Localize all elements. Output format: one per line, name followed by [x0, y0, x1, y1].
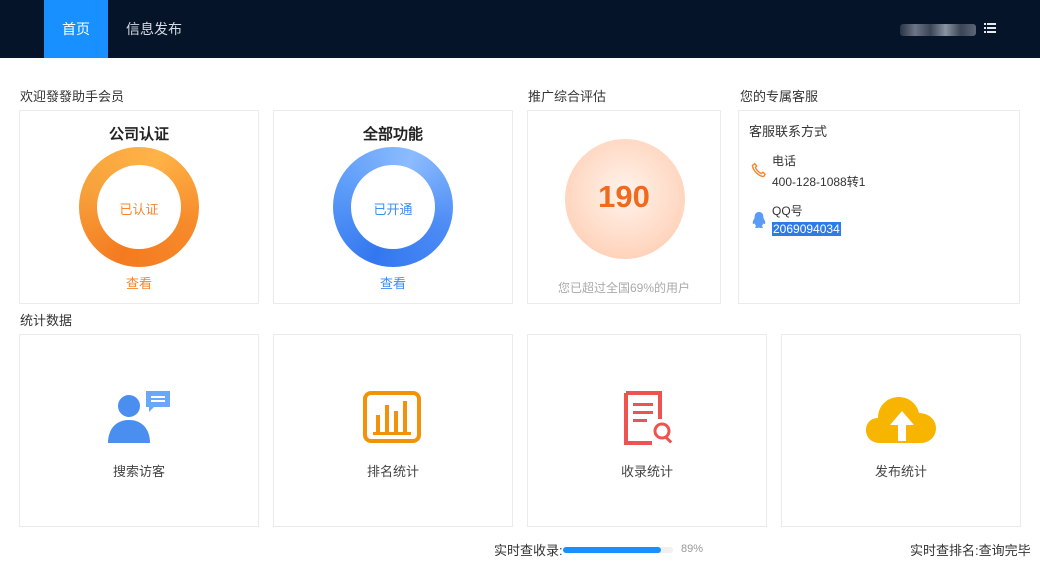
visitor-chat-icon	[108, 391, 170, 443]
functions-view-link[interactable]: 查看	[274, 273, 512, 292]
indexing-progress-label: 实时查收录:	[494, 543, 563, 558]
stat-label-ranking: 排名统计	[366, 464, 419, 479]
service-card: 客服联系方式 电话 400-128-1088转1 QQ号 2069094034	[738, 110, 1020, 304]
qq-value[interactable]: 2069094034	[772, 222, 841, 236]
nav-item-publish[interactable]: 信息发布	[118, 0, 190, 58]
all-functions-card: 全部功能 已开通 查看	[273, 110, 513, 304]
evaluation-title: 推广综合评估	[528, 89, 607, 104]
all-functions-title: 全部功能	[362, 127, 423, 143]
stat-label-visitors: 搜索访客	[112, 464, 165, 479]
cert-status: 已认证	[119, 202, 159, 217]
stats-title: 统计数据	[20, 313, 73, 328]
stat-card-ranking[interactable]: 排名统计	[273, 334, 513, 527]
stat-label-indexing: 收录统计	[620, 464, 673, 479]
indexing-progress-fill	[563, 547, 661, 553]
phone-icon	[751, 163, 766, 178]
phone-label: 电话	[772, 154, 797, 168]
service-title: 您的专属客服	[740, 89, 819, 104]
qq-label: QQ号	[772, 204, 803, 218]
ranking-status: 实时查排名:查询完毕	[910, 543, 1031, 558]
evaluation-card: 190 您已超过全国69%的用户	[527, 110, 721, 304]
qq-penguin-icon	[752, 212, 766, 229]
indexing-progress-bar	[563, 547, 673, 553]
stat-card-publishing[interactable]: 发布统计	[781, 334, 1021, 527]
stat-card-visitors[interactable]: 搜索访客	[19, 334, 259, 527]
phone-value: 400-128-1088转1	[772, 175, 866, 189]
stat-label-publishing: 发布统计	[874, 464, 927, 479]
company-cert-card: 公司认证 已认证 查看	[19, 110, 259, 304]
indexing-progress-percent: 89%	[681, 543, 704, 555]
bar-chart-icon	[363, 391, 421, 443]
company-cert-title: 公司认证	[108, 127, 169, 143]
welcome-title: 欢迎發發助手会员	[20, 89, 125, 104]
score-value: 190	[598, 179, 650, 214]
cert-view-link[interactable]: 查看	[20, 273, 258, 292]
user-name-blurred[interactable]	[900, 24, 976, 36]
functions-status: 已开通	[373, 202, 413, 217]
score-description: 您已超过全国69%的用户	[557, 281, 691, 295]
cloud-upload-icon	[866, 397, 936, 443]
document-search-icon	[624, 391, 673, 445]
list-icon[interactable]	[984, 22, 996, 34]
top-nav-bar: 首页 信息发布	[0, 0, 1040, 58]
service-heading: 客服联系方式	[749, 124, 828, 139]
nav-item-home[interactable]: 首页	[44, 0, 108, 58]
stat-card-indexing[interactable]: 收录统计	[527, 334, 767, 527]
